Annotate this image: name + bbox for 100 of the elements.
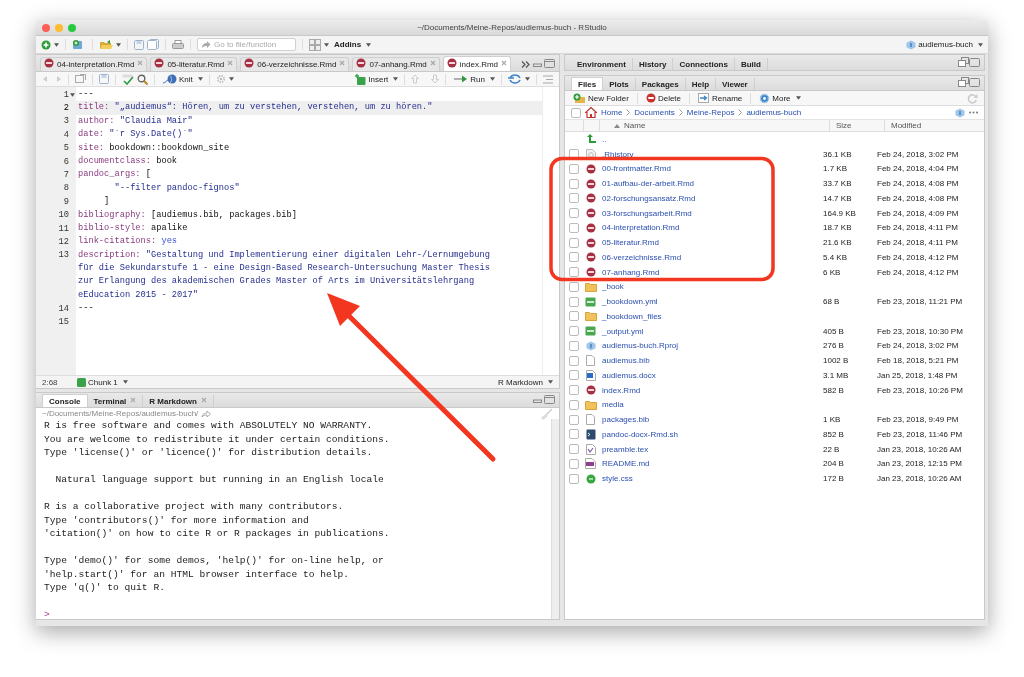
- tab-label: 05-literatur.Rmd: [167, 60, 225, 69]
- editor-line[interactable]: 6 documentclass: book: [36, 154, 542, 169]
- search-field[interactable]: Go to file/function: [197, 38, 296, 51]
- modified-date: Jan 23, 2018, 10:26 AM: [877, 474, 962, 484]
- console-output: R is free software and comes with ABSOLUTELY NO WARRANTY.: [44, 419, 374, 433]
- pane-tab[interactable]: History: [632, 58, 674, 70]
- column-header[interactable]: Size: [836, 121, 852, 130]
- editor-line[interactable]: eEducation 2015 - 2017": [36, 288, 542, 303]
- modified-date: Feb 24, 2018, 4:11 PM: [877, 238, 958, 248]
- editor-line[interactable]: 7 pandoc_args: [: [36, 168, 542, 182]
- new-folder-button[interactable]: New Folder: [571, 92, 631, 104]
- insert-button[interactable]: Insert: [352, 73, 391, 85]
- breadcrumb-link[interactable]: Documents: [634, 108, 675, 117]
- pane-tab[interactable]: Build: [734, 58, 768, 70]
- pane-tab[interactable]: Packages: [635, 78, 686, 90]
- file-link[interactable]: 04-interpretation.Rmd: [602, 223, 680, 233]
- project-button[interactable]: audiemus-buch: [904, 39, 975, 50]
- editor-line[interactable]: 1 ---: [36, 88, 542, 102]
- file-link[interactable]: audiemus-buch.Rproj: [602, 341, 679, 351]
- pane-tab[interactable]: Plots: [603, 78, 636, 90]
- file-size: 14.7 KB: [823, 193, 852, 203]
- editor-line[interactable]: 8 "--filter pandoc-fignos": [36, 181, 542, 196]
- file-size: 33.7 KB: [823, 179, 852, 189]
- code-line: für die Sekundarstufe 1 - eine Design-Based Research-Untersuchung Master Thesis: [77, 262, 491, 276]
- chunk-dropdown[interactable]: Chunk 1: [75, 377, 120, 387]
- console-output: 'help.start()' for an HTML browser interface to help.: [44, 567, 351, 581]
- file-link[interactable]: _bookdown_files: [602, 311, 662, 321]
- file-link[interactable]: preamble.tex: [602, 444, 649, 454]
- file-tab[interactable]: 07-anhang.Rmd: [352, 57, 440, 71]
- editor-line[interactable]: 4 date: "`r Sys.Date()`": [36, 128, 542, 142]
- file-tab[interactable]: 05-literatur.Rmd: [150, 57, 238, 71]
- file-link[interactable]: 07-anhang.Rmd: [602, 267, 660, 277]
- rename-button[interactable]: Rename: [696, 93, 745, 103]
- line-number: 6: [63, 156, 69, 167]
- console-output: R is a collaborative project with many contributors.: [44, 500, 345, 514]
- file-link[interactable]: index.Rmd: [602, 385, 641, 395]
- modified-date: Jan 23, 2018, 12:15 PM: [877, 459, 962, 469]
- column-header[interactable]: Modified: [891, 121, 922, 130]
- modified-date: Feb 23, 2018, 10:30 PM: [877, 326, 963, 336]
- file-link[interactable]: pandoc-docx-Rmd.sh: [602, 429, 679, 439]
- line-number: 10: [58, 210, 69, 221]
- editor-line[interactable]: 15: [36, 315, 542, 330]
- console-tab[interactable]: Console: [42, 394, 88, 407]
- file-type-dropdown[interactable]: R Markdown: [496, 377, 545, 387]
- editor-line[interactable]: 9 ]: [36, 195, 542, 209]
- file-size: 582 B: [823, 385, 844, 395]
- line-number: 7: [63, 170, 69, 181]
- file-size: 18.7 KB: [823, 223, 852, 233]
- file-link[interactable]: _bookdown.yml: [602, 297, 658, 307]
- editor-line[interactable]: 13 description: "Gestaltung und Implementierung einer digitalen Lehr-/Lernumgebung: [36, 248, 542, 263]
- editor-line[interactable]: 14 ---: [36, 302, 542, 316]
- breadcrumb-link[interactable]: audiemus-buch: [746, 108, 802, 117]
- editor-line[interactable]: für die Sekundarstufe 1 - eine Design-Based Research-Untersuchung Master Thesis: [36, 262, 542, 276]
- file-tab[interactable]: 06-verzeichnisse.Rmd: [240, 57, 350, 71]
- file-tab[interactable]: index.Rmd: [442, 56, 512, 71]
- run-button[interactable]: Run: [452, 74, 487, 84]
- code-line: date: "`r Sys.Date()`": [77, 128, 194, 142]
- file-tab[interactable]: 04-interpretation.Rmd: [40, 57, 148, 71]
- file-link[interactable]: ..: [602, 134, 607, 144]
- pane-tab[interactable]: Environment: [571, 58, 633, 70]
- file-link[interactable]: _output.yml: [602, 326, 644, 336]
- console-tab[interactable]: R Markdown: [143, 395, 214, 407]
- editor-line[interactable]: zur Erlangung des akademischen Grades Master of Arts im Universitätslehrgang: [36, 275, 542, 289]
- editor-line[interactable]: 10 bibliography: [audiemus.bib, packages.bib]: [36, 208, 542, 222]
- file-link[interactable]: packages.bib: [602, 415, 650, 425]
- file-link[interactable]: 00-frontmatter.Rmd: [602, 164, 671, 174]
- file-link[interactable]: audiemus.bib: [602, 356, 650, 366]
- file-link[interactable]: _book: [602, 282, 624, 292]
- file-link[interactable]: media: [602, 400, 624, 410]
- file-link[interactable]: 05-literatur.Rmd: [602, 238, 659, 248]
- file-size: 1 KB: [823, 415, 841, 425]
- more-button[interactable]: More: [757, 92, 793, 104]
- file-link[interactable]: 01-aufbau-der-arbeit.Rmd: [602, 179, 695, 189]
- editor-line[interactable]: 12 link-citations: yes: [36, 235, 542, 249]
- pane-tab[interactable]: Viewer: [716, 78, 755, 90]
- breadcrumb-link[interactable]: Home: [601, 108, 623, 117]
- addins-button[interactable]: Addins: [332, 40, 364, 49]
- knit-button[interactable]: Knit: [161, 74, 195, 84]
- tab-label: R Markdown: [149, 396, 197, 406]
- code-line: documentclass: book: [77, 154, 179, 168]
- pane-tab[interactable]: Help: [685, 78, 717, 90]
- file-link[interactable]: audiemus.docx: [602, 370, 656, 380]
- column-header[interactable]: Name: [624, 121, 646, 130]
- line-number: 12: [58, 237, 69, 247]
- pane-tab[interactable]: Files: [571, 77, 604, 90]
- file-link[interactable]: .Rhistory: [602, 149, 634, 159]
- console-tab[interactable]: Terminal: [87, 395, 144, 407]
- editor-line[interactable]: 2 title: "„audiemus“: Hören, um zu verstehen, verstehen, um zu hören.": [36, 101, 542, 115]
- file-link[interactable]: 06-verzeichnisse.Rmd: [602, 252, 682, 262]
- editor-line[interactable]: 11 biblio-style: apalike: [36, 221, 542, 236]
- file-link[interactable]: README.md: [602, 459, 650, 469]
- file-link[interactable]: 02-forschungsansatz.Rmd: [602, 193, 696, 203]
- pane-tab[interactable]: Connections: [673, 58, 735, 70]
- editor-line[interactable]: 5 site: bookdown::bookdown_site: [36, 141, 542, 155]
- editor-line[interactable]: 3 author: "Claudia Mair": [36, 114, 542, 129]
- breadcrumb-link[interactable]: Meine-Repos: [686, 108, 735, 117]
- file-link[interactable]: style.css: [602, 474, 633, 484]
- modified-date: Feb 23, 2018, 9:49 PM: [877, 415, 959, 425]
- file-link[interactable]: 03-forschungsarbeit.Rmd: [602, 208, 692, 218]
- delete-button[interactable]: Delete: [643, 93, 684, 103]
